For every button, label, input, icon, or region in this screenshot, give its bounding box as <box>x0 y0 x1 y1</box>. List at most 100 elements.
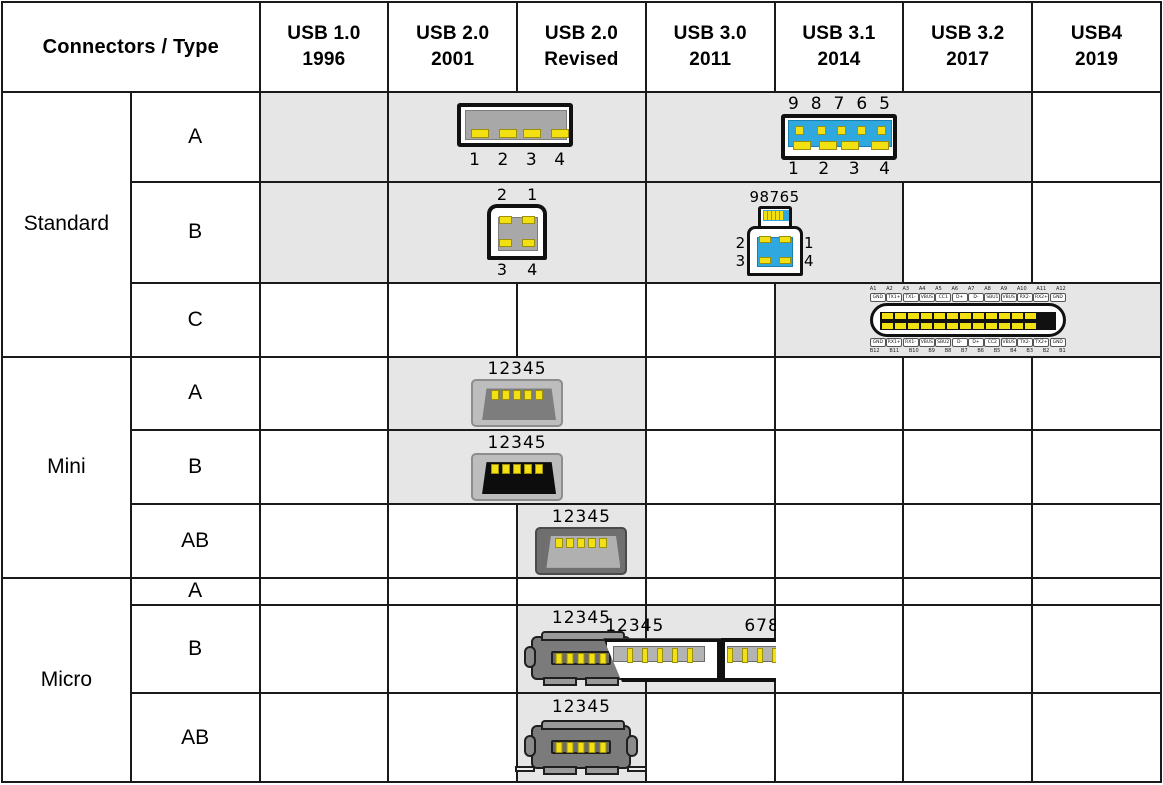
pin-1 <box>555 653 563 665</box>
cell-mini-a-usb4 <box>1031 355 1162 432</box>
pin-a2 <box>894 312 906 319</box>
pin-b5 <box>972 322 984 329</box>
top-pin-9 <box>794 125 804 135</box>
table-row-standard-c: C A1 A2 A3 A4 A5 A6 A7 A8 A9 A10 A11 A12… <box>2 281 1163 358</box>
pin-6 <box>727 648 734 664</box>
pin-b1 <box>1024 322 1036 329</box>
signal-b10: RX1- <box>902 337 919 347</box>
column-header-name: USB 1.0 <box>287 23 361 45</box>
signal-a7: D- <box>967 292 984 302</box>
signal-a5: CC1 <box>935 292 952 302</box>
pin-2 <box>499 216 513 225</box>
pin-b12 <box>881 322 893 329</box>
pin-label-2: 2 <box>735 234 746 253</box>
signal-a6: D+ <box>951 292 968 302</box>
table-row-standard-a: Standard A 1 2 3 4 9 8 7 6 5 1 2 3 4 <box>1 91 1162 358</box>
connector-ear-right <box>626 734 639 757</box>
signal-b4: VBUS <box>1000 337 1017 347</box>
signal-a3: TX1- <box>902 292 919 302</box>
pin-a12 <box>1024 312 1036 319</box>
top-pin-id-row: A1 A2 A3 A4 A5 A6 A7 A8 A9 A10 A11 A12 <box>870 286 1066 292</box>
type-label-standard-a: A <box>129 91 261 183</box>
pin-b2 <box>1011 322 1023 329</box>
cell-micro-a-usb32 <box>902 576 1034 607</box>
pin-b9 <box>920 322 932 329</box>
pin-id-b11: B11 <box>889 347 900 354</box>
connector-shell <box>515 719 648 775</box>
pin-label-5: 5 <box>879 94 890 115</box>
cell-standard-b-usb20: 2 1 3 4 <box>387 180 647 284</box>
pin-5 <box>535 390 544 401</box>
pin-a3 <box>907 312 919 319</box>
pin-3 <box>577 653 585 665</box>
pin-b4 <box>985 322 997 329</box>
cell-micro-b-usb31 <box>773 604 905 695</box>
pin-label-3: 3 <box>735 252 746 271</box>
signal-b5: CC2 <box>984 337 1001 347</box>
type-label-micro-ab: AB <box>129 692 261 783</box>
cell-micro-b-usb10 <box>258 604 390 695</box>
pin-id-a7: A7 <box>967 285 975 292</box>
connector-tab-left <box>515 765 536 772</box>
pin-4 <box>524 390 533 401</box>
type-label-standard-b: B <box>129 180 261 284</box>
signal-a9: VBUS <box>1000 292 1017 302</box>
signal-a2: TX1+ <box>886 292 903 302</box>
connector-mini-ab: 12345 <box>533 507 629 575</box>
connector-cap <box>541 719 626 730</box>
pin-2 <box>566 741 574 753</box>
pin-5 <box>687 648 694 664</box>
pin-label-7: 7 <box>833 94 845 115</box>
pin-3 <box>657 648 664 664</box>
pin-2 <box>758 236 771 244</box>
signal-a4: VBUS <box>918 292 935 302</box>
signal-a10: RX2- <box>1017 292 1034 302</box>
cell-mini-a-usb10 <box>258 355 390 432</box>
bottom-pin-label-row: 1 2 3 4 <box>788 160 890 179</box>
connector-standard-a-usb3: 9 8 7 6 5 1 2 3 4 <box>780 94 897 179</box>
pin-id-b10: B10 <box>908 347 919 354</box>
pin-label-1: 1 <box>527 185 538 205</box>
pin-label-row: 12345 <box>487 433 547 454</box>
signal-a11: RX2+ <box>1033 292 1050 302</box>
cell-mini-ab-usb32 <box>902 503 1034 579</box>
cell-micro-b-usb30: 12345 678910 <box>603 604 818 695</box>
pin-3 <box>513 390 522 401</box>
column-header-usb10: USB 1.0 1996 <box>258 1 390 93</box>
top-pin-label-row: 2 1 <box>487 185 547 204</box>
pin-label-3: 3 <box>496 260 508 280</box>
cell-micro-a-usb4 <box>1031 576 1162 607</box>
pin-2 <box>502 390 511 401</box>
pin-3 <box>577 741 585 753</box>
cell-mini-ab-usb30 <box>644 503 776 579</box>
column-header-name: USB4 <box>1070 23 1123 45</box>
top-pin-9 <box>763 211 767 221</box>
pin-id-b8: B8 <box>944 347 952 354</box>
pin-3 <box>577 537 586 548</box>
column-header-usb31: USB 3.1 2014 <box>773 1 905 93</box>
signal-a12: GND <box>1049 292 1066 302</box>
pin-id-b2: B2 <box>1042 347 1050 354</box>
column-header-name: USB 2.0 <box>544 23 619 45</box>
column-header-year: 2014 <box>817 49 861 70</box>
top-pin-5 <box>779 211 783 221</box>
cell-mini-ab-usb20r: 12345 <box>516 503 647 579</box>
top-signal-row: GND TX1+ TX1- VBUS CC1 D+ D- SBU1 VBUS R… <box>869 292 1066 302</box>
connector-shell <box>471 453 564 502</box>
cell-micro-ab-usb30 <box>644 692 776 783</box>
cell-mini-ab-usb10 <box>258 503 390 579</box>
pin-4 <box>524 464 533 475</box>
pin-label-2: 2 <box>496 185 508 205</box>
table-body: Standard A 1 2 3 4 9 8 7 6 5 1 2 3 4 B 2… <box>1 91 1163 784</box>
pin-4 <box>588 741 596 753</box>
connector-shell <box>535 526 628 575</box>
cell-mini-b-usb4 <box>1031 429 1162 505</box>
cell-micro-b-usb4 <box>1031 604 1162 695</box>
connector-shell <box>780 113 897 160</box>
pin-group <box>491 390 544 401</box>
signal-b6: D+ <box>967 337 984 347</box>
pin-label-8: 8 <box>810 94 822 115</box>
pin-label-9: 9 <box>787 94 799 115</box>
connector-micro-ab: 12345 <box>515 697 648 779</box>
left-pin-labels: 12345 <box>605 616 665 637</box>
